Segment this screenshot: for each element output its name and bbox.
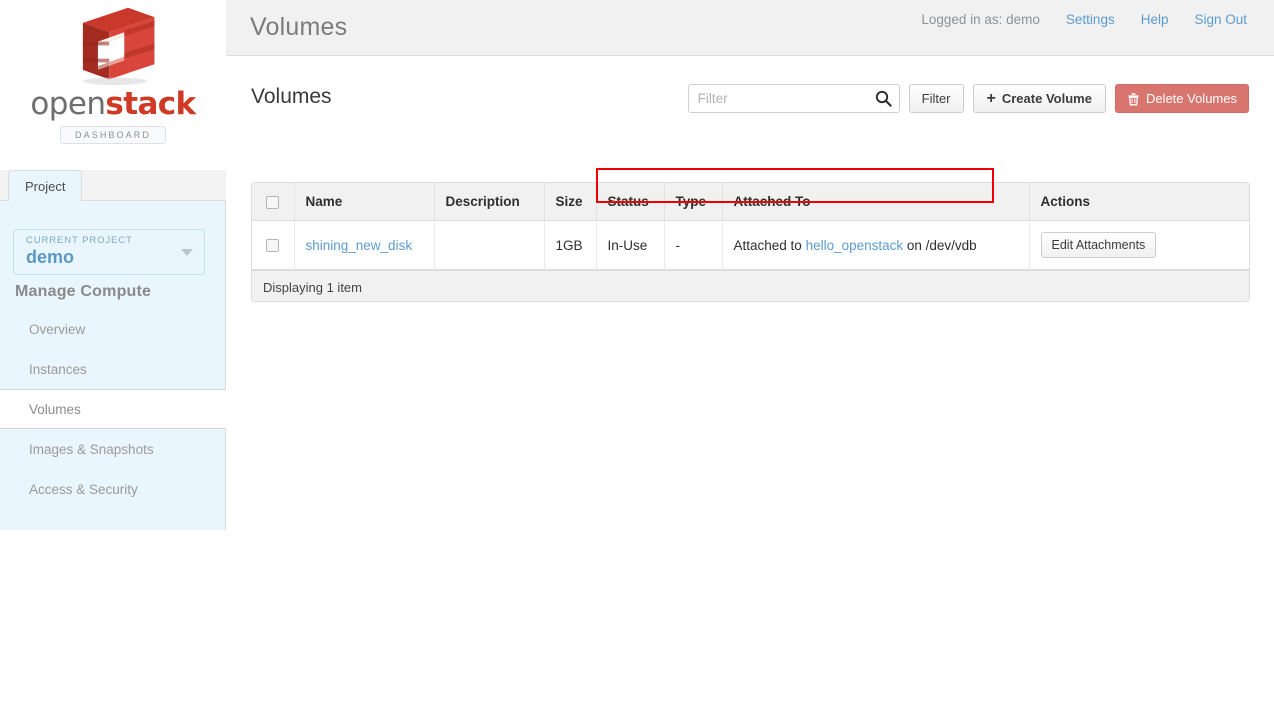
table-header-row: Name Description Size Status Type Attach… [252,183,1249,221]
page-root: openstack DASHBOARD Project CURRENT PROJ… [0,0,1274,716]
sidebar-item-label: Images & Snapshots [29,441,154,457]
current-project-value: demo [26,247,75,267]
column-header-attached-to[interactable]: Attached To [722,183,1030,221]
sidebar-item-volumes[interactable]: Volumes [0,389,227,429]
column-header-name[interactable]: Name [294,183,435,221]
row-select-cell[interactable] [252,220,295,270]
trash-icon [1127,92,1140,106]
content-title: Volumes [251,85,332,108]
sidebar: openstack DASHBOARD Project CURRENT PROJ… [0,0,227,530]
filter-search-box[interactable] [687,84,900,113]
sidebar-item-label: Instances [29,361,87,377]
column-header-actions: Actions [1029,183,1249,221]
sidebar-section-heading: Manage Compute [15,283,152,300]
cell-status: In-Use [596,220,665,270]
page-title: Volumes [250,13,348,41]
top-header-bar: Volumes Logged in as: demo Settings Help… [226,0,1274,56]
create-volume-button[interactable]: + Create Volume [972,84,1106,113]
volume-name-link[interactable]: shining_new_disk [306,238,413,253]
delete-volumes-label: Delete Volumes [1145,91,1237,106]
current-project-label: CURRENT PROJECT [26,235,133,246]
main-content: Volumes Filter + Create Volume [226,56,1274,716]
table-footer: Displaying 1 item [252,270,1249,301]
brand-word-stack: stack [105,85,196,122]
sidebar-tabstrip: Project [0,170,226,201]
table-row: shining_new_disk 1GB In-Use - Attached t… [252,220,1249,270]
filter-button[interactable]: Filter [908,84,964,113]
sidebar-item-label: Overview [29,321,86,337]
search-input[interactable] [688,85,871,112]
sidebar-panel: CURRENT PROJECT demo Manage Compute Over… [0,201,227,530]
row-checkbox[interactable] [266,239,279,253]
brand-logo[interactable]: openstack DASHBOARD [0,4,226,144]
attached-instance-link[interactable]: hello_openstack [806,238,904,253]
settings-link[interactable]: Settings [1066,12,1115,27]
sign-out-link[interactable]: Sign Out [1194,12,1247,27]
current-project-selector[interactable]: CURRENT PROJECT demo [13,229,205,275]
table-head: Name Description Size Status Type Attach… [252,183,1249,221]
logged-in-as-label: Logged in as: demo [921,12,1040,27]
brand-wordmark: openstack [30,85,196,122]
sidebar-item-instances[interactable]: Instances [0,349,226,389]
select-all-header[interactable] [252,183,295,221]
plus-icon: + [986,89,996,107]
openstack-cube-logo-icon [82,7,155,85]
column-header-description[interactable]: Description [434,183,545,221]
column-header-size[interactable]: Size [544,183,597,221]
cell-description [434,220,545,270]
top-nav: Logged in as: demo Settings Help Sign Ou… [921,12,1247,27]
create-volume-label: Create Volume [1001,91,1092,106]
search-icon[interactable] [875,90,892,112]
chevron-down-icon [181,249,193,256]
column-header-type[interactable]: Type [664,183,723,221]
cell-type: - [664,220,723,270]
table-toolbar: Filter + Create Volume Delete Volumes [687,84,1249,113]
cell-size: 1GB [544,220,597,270]
delete-volumes-button[interactable]: Delete Volumes [1114,84,1249,113]
dashboard-pill: DASHBOARD [60,125,166,144]
attached-prefix: Attached to [733,237,806,253]
volumes-table-element: Name Description Size Status Type Attach… [252,183,1249,270]
column-header-status[interactable]: Status [596,183,665,221]
help-link[interactable]: Help [1141,12,1169,27]
cell-name: shining_new_disk [294,220,435,270]
select-all-checkbox[interactable] [266,195,279,209]
sidebar-item-images-and-snapshots[interactable]: Images & Snapshots [0,429,226,469]
attached-suffix: on /dev/vdb [903,237,977,253]
sidebar-nav: Overview Instances Volumes Images & Snap… [0,309,227,509]
sidebar-item-access-and-security[interactable]: Access & Security [0,469,226,509]
sidebar-item-label: Volumes [29,401,81,417]
volumes-table: Name Description Size Status Type Attach… [251,182,1250,302]
table-body: shining_new_disk 1GB In-Use - Attached t… [252,220,1249,270]
cell-actions: Edit Attachments [1029,220,1249,270]
sidebar-item-label: Access & Security [29,481,138,497]
brand-word-open: open [30,85,106,122]
edit-attachments-button[interactable]: Edit Attachments [1040,232,1157,258]
tab-project[interactable]: Project [8,170,83,201]
sidebar-item-overview[interactable]: Overview [0,309,226,349]
cell-attached-to: Attached to hello_openstack on /dev/vdb [722,220,1030,270]
